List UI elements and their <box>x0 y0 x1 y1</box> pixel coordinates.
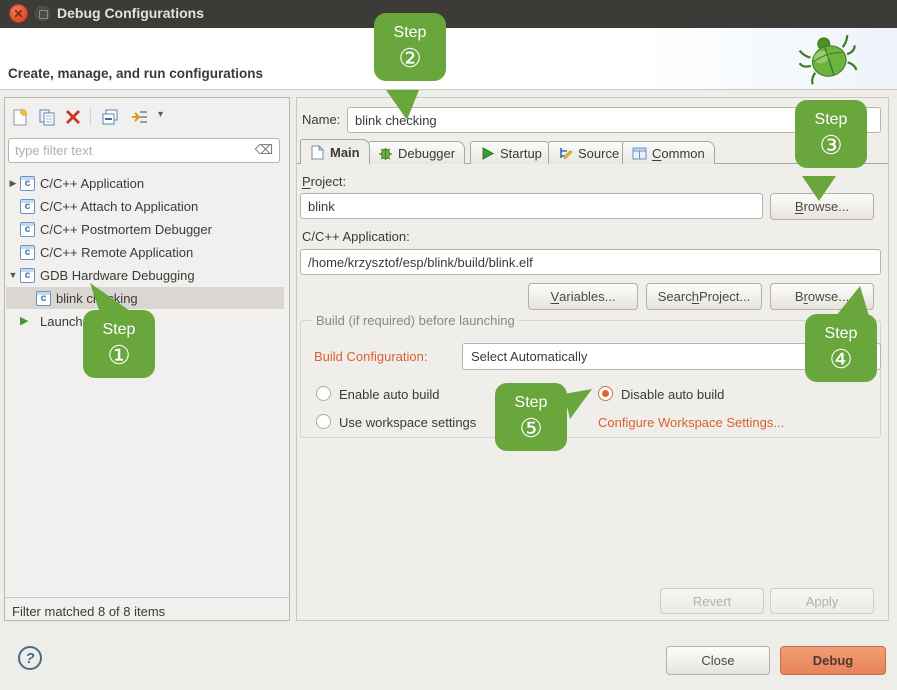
revert-button[interactable]: Revert <box>660 588 764 614</box>
close-button[interactable]: Close <box>666 646 770 675</box>
project-label: Project: <box>302 174 346 189</box>
debugger-bug-icon <box>378 146 393 161</box>
tree-item-cpp-remote[interactable]: C/C++ Remote Application <box>6 241 284 263</box>
filter-input[interactable] <box>15 141 245 160</box>
debug-bug-icon <box>798 30 860 88</box>
step-2-number: ② <box>374 43 446 73</box>
source-tree-icon <box>558 146 573 161</box>
tab-main[interactable]: Main <box>300 139 370 164</box>
tree-item-cpp-attach[interactable]: C/C++ Attach to Application <box>6 195 284 217</box>
name-label: Name: <box>302 112 340 127</box>
c-application-icon <box>20 268 35 283</box>
disable-auto-build-label[interactable]: Disable auto build <box>621 387 724 402</box>
tab-debugger[interactable]: Debugger <box>368 141 465 164</box>
build-group-title: Build (if required) before launching <box>312 313 519 328</box>
step-4-callout: Step ④ <box>805 314 877 382</box>
toolbar-separator <box>90 108 91 126</box>
help-icon[interactable]: ? <box>18 646 42 670</box>
build-configuration-label: Build Configuration: <box>314 349 427 364</box>
step-2-callout: Step ② <box>374 13 446 81</box>
browse-application-button[interactable]: Browse... <box>770 283 874 310</box>
duplicate-configuration-icon[interactable] <box>37 107 57 127</box>
filter-field-wrap: ⌫ <box>8 138 280 163</box>
step-5-number: ⑤ <box>495 413 567 443</box>
delete-configuration-icon[interactable] <box>63 107 83 127</box>
tree-item-cpp-application[interactable]: ▶ C/C++ Application <box>6 172 284 194</box>
expander-expanded-icon[interactable]: ▼ <box>6 270 20 280</box>
c-application-icon <box>20 176 35 191</box>
window-close-button[interactable] <box>9 4 28 23</box>
step-1-callout: Step ① <box>83 310 155 378</box>
c-application-icon <box>20 245 35 260</box>
step-3-number: ③ <box>795 130 867 160</box>
tree-item-cpp-postmortem[interactable]: C/C++ Postmortem Debugger <box>6 218 284 240</box>
tab-source[interactable]: Source <box>548 141 629 164</box>
configure-workspace-settings-link[interactable]: Configure Workspace Settings... <box>598 415 784 430</box>
collapse-all-icon[interactable] <box>100 107 120 127</box>
clear-filter-icon[interactable]: ⌫ <box>255 142 273 158</box>
application-input[interactable] <box>300 249 881 275</box>
use-workspace-settings-radio[interactable] <box>316 414 331 429</box>
c-application-icon <box>20 199 35 214</box>
apply-button[interactable]: Apply <box>770 588 874 614</box>
window-maximize-button[interactable] <box>33 4 52 23</box>
new-configuration-icon[interactable] <box>10 107 30 127</box>
main-tab-page-icon <box>310 145 325 160</box>
step-1-number: ① <box>83 340 155 370</box>
application-label: C/C++ Application: <box>302 229 410 244</box>
toolbar-menu-dropdown-icon[interactable]: ▾ <box>158 109 163 120</box>
disable-auto-build-radio[interactable] <box>598 386 613 401</box>
expander-collapsed-icon[interactable]: ▶ <box>6 178 20 189</box>
step-4-number: ④ <box>805 344 877 374</box>
startup-run-icon <box>480 146 495 161</box>
tab-common[interactable]: Common <box>622 141 715 164</box>
variables-button[interactable]: Variables... <box>528 283 638 310</box>
tab-startup[interactable]: Startup <box>470 141 552 164</box>
use-workspace-settings-label[interactable]: Use workspace settings <box>339 415 476 430</box>
dialog-header: Create, manage, and run configurations <box>0 28 897 90</box>
dialog-header-title: Create, manage, and run configurations <box>8 66 263 81</box>
status-separator <box>5 597 289 598</box>
tree-item-blink-checking[interactable]: blink checking <box>6 287 284 309</box>
filter-configurations-icon[interactable] <box>130 107 150 127</box>
window-titlebar: Debug Configurations <box>0 0 897 28</box>
step-5-callout: Step ⑤ <box>495 383 567 451</box>
enable-auto-build-label[interactable]: Enable auto build <box>339 387 439 402</box>
tree-item-gdb-hardware[interactable]: ▼ GDB Hardware Debugging <box>6 264 284 286</box>
c-application-icon <box>20 222 35 237</box>
common-table-icon <box>632 146 647 161</box>
project-input[interactable] <box>300 193 763 219</box>
launch-group-icon: ▶ <box>20 314 35 329</box>
filter-status-text: Filter matched 8 of 8 items <box>12 604 165 619</box>
search-project-button[interactable]: Search Project... <box>646 283 762 310</box>
debug-button[interactable]: Debug <box>780 646 886 675</box>
c-application-icon <box>36 291 51 306</box>
window-title: Debug Configurations <box>57 5 204 21</box>
step-3-callout: Step ③ <box>795 100 867 168</box>
enable-auto-build-radio[interactable] <box>316 386 331 401</box>
browse-project-button[interactable]: Browse... <box>770 193 874 220</box>
